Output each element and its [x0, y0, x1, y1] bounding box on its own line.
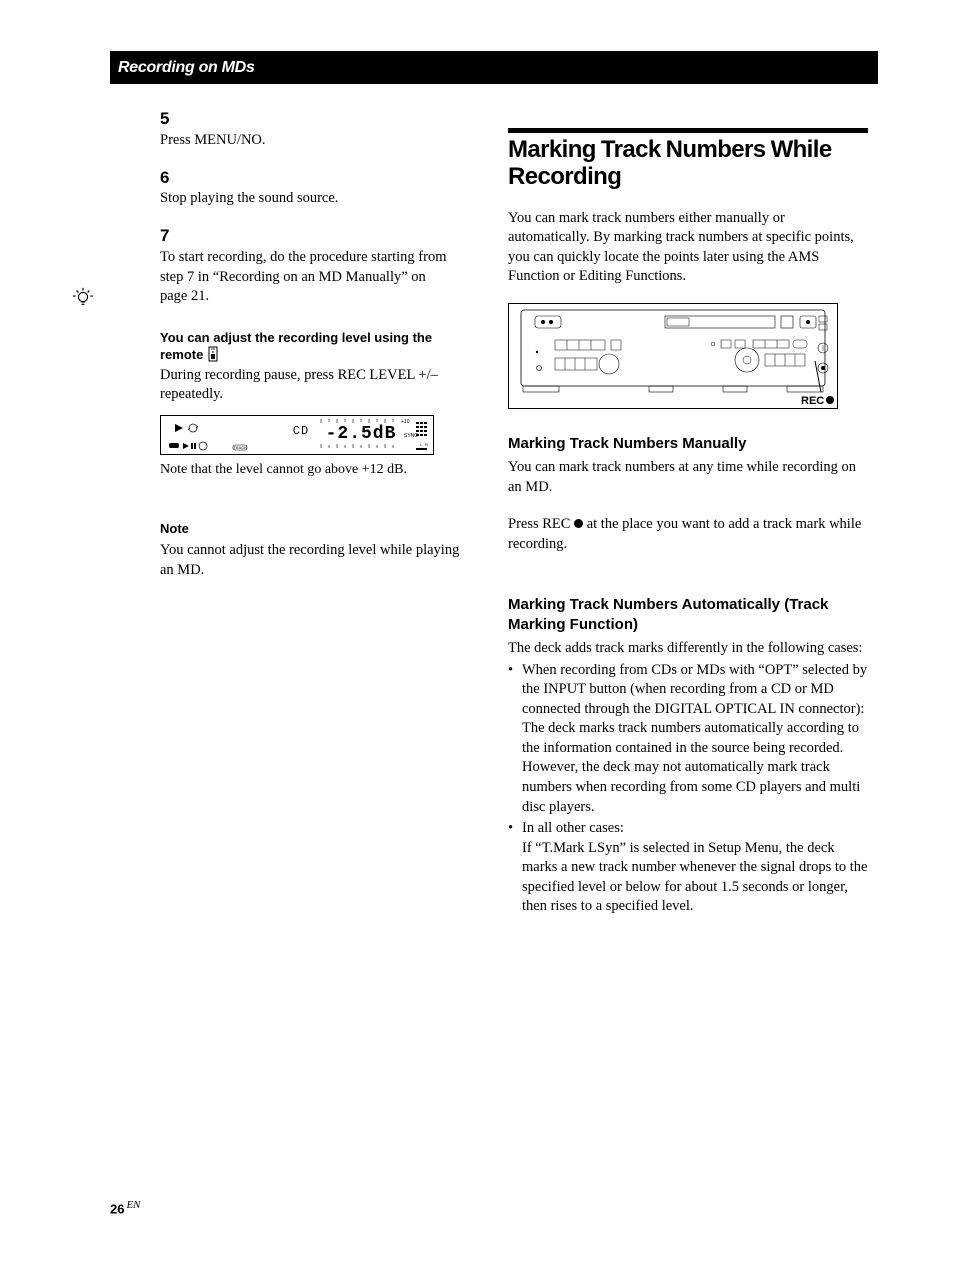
note-body: You cannot adjust the recording level wh… — [160, 541, 470, 580]
header-bar: Recording on MDs — [110, 51, 878, 84]
recorder-display-panel: TRACK CD -2.5dB SYNC — [160, 415, 434, 455]
case-item: When recording from CDs or MDs with “OPT… — [508, 661, 868, 818]
page-number: 26EN — [110, 1198, 140, 1218]
tip-heading: You can adjust the recording level using… — [160, 329, 470, 364]
step-5: 5 Press MENU/NO. — [160, 108, 470, 151]
auto-cases: When recording from CDs or MDs with “OPT… — [508, 661, 868, 917]
diagram-callout-label: REC — [801, 395, 824, 407]
section-rule — [508, 128, 868, 133]
page-number-value: 26 — [110, 1201, 124, 1216]
step-number: 6 — [160, 167, 182, 190]
deck-diagram: REC — [508, 303, 838, 409]
step-text: Press MENU/NO. — [160, 131, 448, 151]
left-body: 5 Press MENU/NO. 6 Stop playing the soun… — [160, 108, 470, 580]
auto-heading: Marking Track Numbers Automatically (Tra… — [508, 595, 868, 636]
tip-lightbulb-icon — [72, 286, 96, 315]
step-text: To start recording, do the procedure sta… — [160, 248, 448, 307]
step-number: 7 — [160, 225, 182, 248]
step-text: Stop playing the sound source. — [160, 189, 448, 209]
display-value: -2.5dB — [326, 424, 397, 444]
svg-text:R: R — [425, 442, 428, 447]
step-6: 6 Stop playing the sound source. — [160, 167, 470, 210]
tip-body: During recording pause, press REC LEVEL … — [160, 366, 470, 405]
rec-dot-icon — [574, 519, 583, 528]
manual-p1: You can mark track numbers at any time w… — [508, 458, 868, 497]
page-number-suffix: EN — [126, 1199, 140, 1211]
manual-heading: Marking Track Numbers Manually — [508, 434, 868, 454]
case-item: In all other cases: If “T.Mark LSyn” is … — [508, 819, 868, 917]
svg-text:+10: +10 — [401, 419, 410, 425]
case-body: The deck marks track numbers automatical… — [522, 720, 860, 814]
tip-note: Note that the level cannot go above +12 … — [160, 461, 470, 480]
manual-p2-before: Press REC — [508, 516, 574, 532]
case-lead: When recording from CDs or MDs with “OPT… — [522, 662, 867, 717]
tip-heading-text: You can adjust the recording level using… — [160, 330, 432, 363]
svg-text:L: L — [420, 442, 423, 447]
section-title: Marking Track Numbers While Recording — [508, 137, 868, 191]
case-lead: In all other cases: — [522, 820, 624, 836]
content-columns: 5 Press MENU/NO. 6 Stop playing the soun… — [110, 108, 870, 917]
step-7: 7 To start recording, do the procedure s… — [160, 225, 470, 307]
manual-p2: Press REC at the place you want to add a… — [508, 515, 868, 554]
section-intro: You can mark track numbers either manual… — [508, 209, 868, 287]
case-body: If “T.Mark LSyn” is selected in Setup Me… — [522, 840, 867, 915]
note-heading: Note — [160, 520, 470, 538]
right-column: Marking Track Numbers While Recording Yo… — [508, 108, 868, 917]
auto-intro: The deck adds track marks differently in… — [508, 639, 868, 659]
svg-text:TRACK: TRACK — [233, 445, 247, 450]
display-source: CD — [293, 424, 309, 438]
header-section-title: Recording on MDs — [118, 57, 255, 79]
left-column: 5 Press MENU/NO. 6 Stop playing the soun… — [110, 108, 470, 917]
step-number: 5 — [160, 108, 182, 131]
remote-icon — [207, 347, 219, 362]
